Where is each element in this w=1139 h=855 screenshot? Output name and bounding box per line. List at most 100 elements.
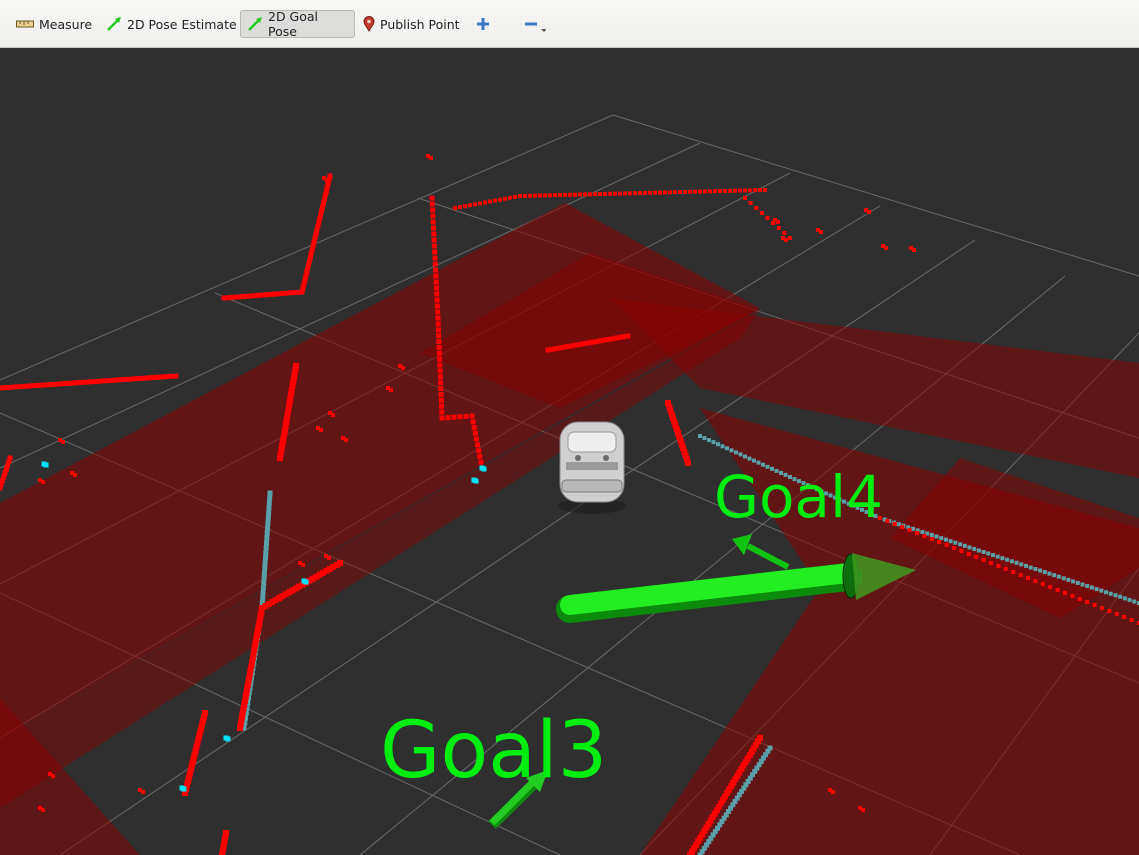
minus-icon [525, 22, 546, 32]
laser-point [264, 535, 270, 541]
laser-point [41, 808, 45, 812]
laser-point [929, 533, 934, 537]
laser-point [331, 413, 335, 417]
laser-point [508, 195, 512, 200]
laser-point [598, 192, 602, 196]
laser-point [470, 419, 476, 425]
laser-point [41, 480, 45, 484]
laser-point [713, 189, 717, 194]
laser-point [673, 190, 677, 195]
laser-point [728, 188, 732, 193]
remove-tool-button[interactable] [518, 10, 552, 38]
laser-point [765, 216, 770, 220]
laser-point [958, 542, 963, 547]
laser-point [743, 188, 747, 193]
laser-point [473, 478, 479, 484]
laser-point [463, 413, 469, 419]
laser-point [733, 188, 737, 193]
laser-point [653, 190, 657, 195]
laser-point [1042, 570, 1047, 575]
laser-point [141, 790, 145, 794]
pose-estimate-tool-button[interactable]: 2D Pose Estimate [100, 10, 243, 38]
laser-point [991, 553, 995, 558]
add-tool-button[interactable] [470, 10, 496, 38]
laser-point [488, 199, 492, 204]
laser-point [959, 549, 964, 553]
goal-pose-tool-button[interactable]: 2D Goal Pose [240, 9, 355, 39]
measure-tool-button[interactable]: Measure [10, 10, 98, 38]
laser-point [264, 540, 269, 546]
laser-point [436, 333, 442, 339]
laser-point [265, 520, 271, 526]
laser-point [469, 413, 475, 419]
laser-point [685, 460, 691, 466]
laser-point [995, 554, 1000, 559]
robot-base [561, 479, 623, 493]
laser-point [1094, 587, 1099, 592]
laser-point [1070, 594, 1075, 598]
laser-point [267, 490, 273, 496]
laser-point [483, 200, 487, 205]
laser-point [261, 580, 267, 586]
publish-point-tool-label: Publish Point [380, 16, 460, 32]
laser-point [1005, 557, 1010, 562]
laser-point [867, 210, 871, 214]
laser-point [1048, 585, 1053, 589]
3d-viewport[interactable]: Goal4 Goal3 [0, 48, 1139, 855]
green-arrow-icon [248, 17, 262, 31]
laser-point [548, 193, 552, 198]
laser-point [471, 425, 477, 431]
laser-point [648, 190, 652, 195]
laser-point [498, 197, 502, 202]
laser-point [939, 536, 944, 541]
laser-point [1011, 570, 1016, 574]
laser-point [668, 190, 672, 195]
laser-point [583, 192, 587, 197]
laser-point [1099, 588, 1104, 593]
laser-point [260, 590, 266, 596]
laser-point [430, 213, 436, 219]
laser-point [708, 189, 712, 194]
laser-point [325, 178, 329, 182]
laser-point [912, 248, 916, 252]
laser-point [1052, 573, 1057, 578]
laser-point [432, 249, 438, 255]
laser-point [263, 555, 268, 561]
laser-point [436, 350, 442, 356]
laser-point [429, 156, 433, 160]
laser-point [613, 191, 617, 196]
laser-point [944, 543, 949, 547]
laser-point [819, 230, 823, 234]
publish-point-tool-button[interactable]: Publish Point [357, 10, 466, 38]
pose-estimate-tool-label: 2D Pose Estimate [127, 16, 237, 32]
goal4-label: Goal4 [714, 463, 883, 531]
laser-point [319, 428, 323, 432]
measure-tool-label: Measure [39, 16, 93, 32]
laser-point [1077, 597, 1082, 601]
laser-point [593, 192, 597, 197]
laser-point [967, 545, 972, 550]
laser-point [1066, 577, 1071, 582]
laser-point [237, 725, 243, 731]
laser-point [458, 205, 462, 210]
laser-point [265, 515, 271, 521]
laser-point [478, 459, 484, 465]
laser-point [698, 189, 702, 194]
laser-point [389, 388, 393, 392]
laser-point [633, 191, 637, 196]
laser-point [688, 189, 692, 194]
laser-point [173, 373, 179, 379]
laser-point [260, 595, 266, 601]
laser-point [558, 193, 562, 197]
laser-point [734, 450, 738, 455]
laser-point [588, 192, 592, 197]
laser-point [725, 446, 729, 451]
laser-point [683, 190, 687, 194]
laser-point [277, 455, 283, 461]
laser-point [401, 366, 405, 370]
ruler-icon [16, 20, 34, 28]
laser-point [477, 453, 483, 459]
laser-point [986, 551, 991, 556]
laser-point [327, 556, 331, 560]
laser-point [1018, 573, 1023, 577]
